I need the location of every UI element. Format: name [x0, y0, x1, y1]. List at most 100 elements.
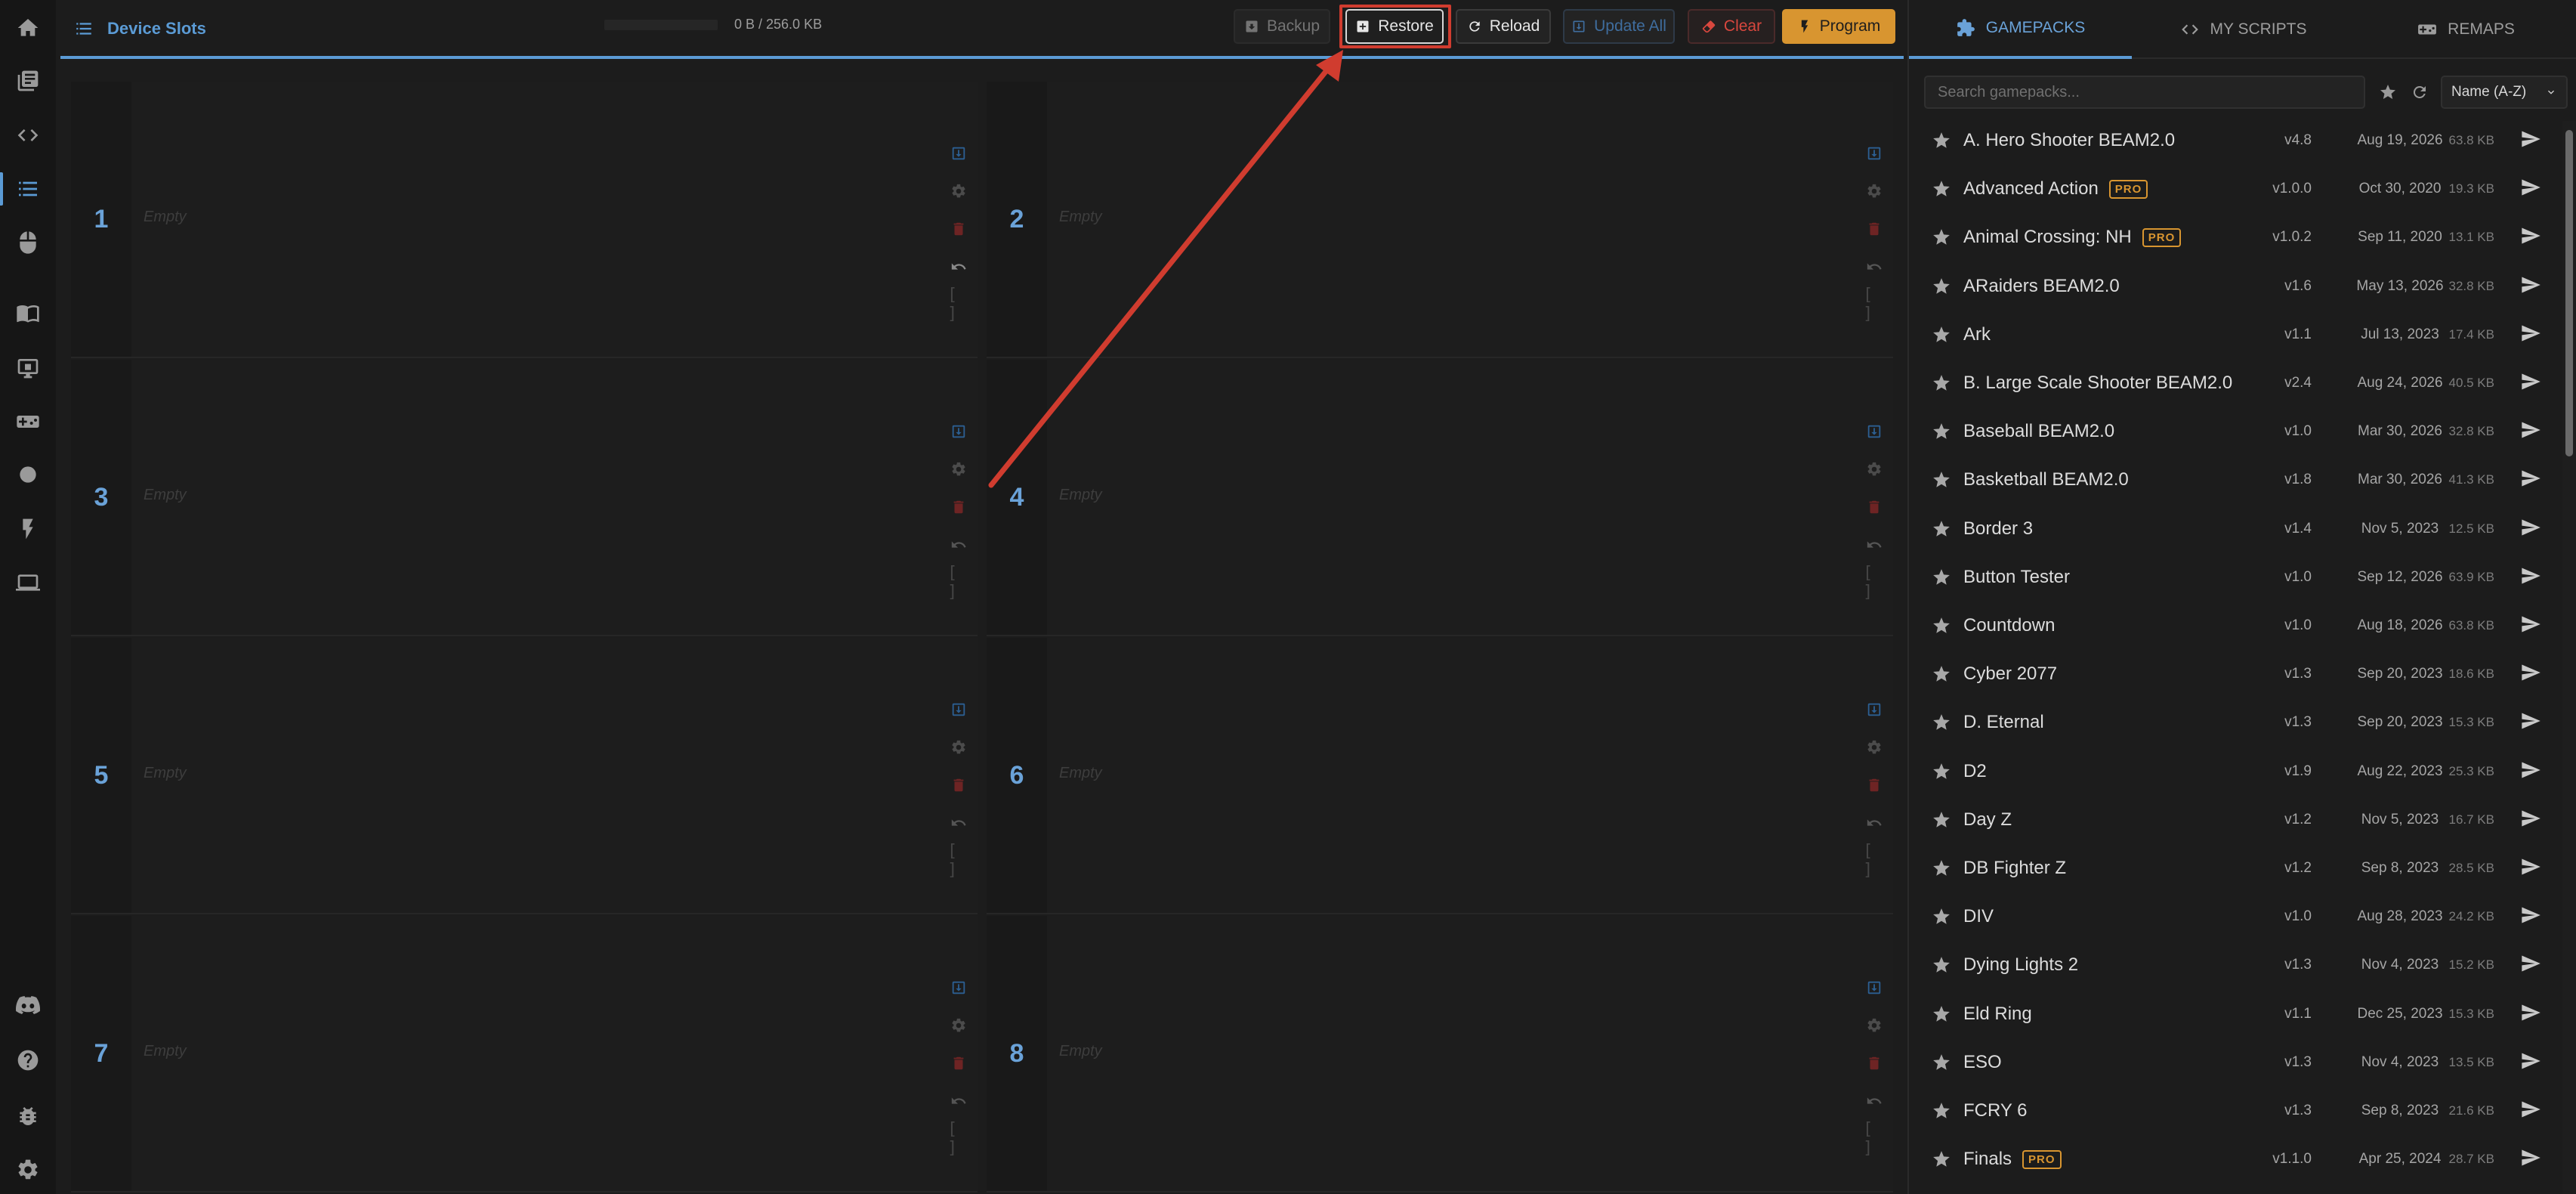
send-to-device-icon[interactable] — [2520, 759, 2544, 784]
favorite-star-icon[interactable] — [1932, 762, 1951, 781]
reload-button[interactable]: Reload — [1456, 9, 1551, 44]
slot-load-icon[interactable] — [1863, 135, 1886, 172]
favorite-star-icon[interactable] — [1932, 858, 1951, 878]
favorite-star-icon[interactable] — [1932, 227, 1951, 247]
device-slots-icon[interactable] — [0, 166, 56, 212]
send-to-device-icon[interactable] — [2520, 517, 2544, 541]
slot-undo-icon[interactable] — [947, 804, 970, 842]
slot-load-icon[interactable] — [947, 969, 970, 1007]
gamepack-row[interactable]: Baseball BEAM2.0 v1.0 Mar 30, 2026 32.8 KB — [1909, 407, 2562, 456]
slot-load-icon[interactable] — [1863, 691, 1886, 728]
library-icon[interactable] — [0, 58, 56, 104]
device-slot[interactable]: 4 Empty [ ] — [987, 360, 1893, 636]
refresh-button[interactable] — [2405, 77, 2435, 107]
send-to-device-icon[interactable] — [2520, 225, 2544, 249]
gamepad-icon[interactable] — [0, 399, 56, 444]
favorite-star-icon[interactable] — [1932, 1004, 1951, 1024]
slot-settings-icon[interactable] — [1863, 728, 1886, 766]
favorite-star-icon[interactable] — [1932, 1149, 1951, 1169]
slot-load-icon[interactable] — [1863, 969, 1886, 1007]
backup-button[interactable]: Backup — [1234, 9, 1330, 44]
book-icon[interactable] — [0, 290, 56, 336]
gamepack-row[interactable]: Finals PRO v1.1.0 Apr 25, 2024 28.7 KB — [1909, 1135, 2562, 1183]
tab-my-scripts[interactable]: MY SCRIPTS — [2132, 0, 2355, 59]
gamepack-row[interactable]: D2 v1.9 Aug 22, 2023 25.3 KB — [1909, 747, 2562, 796]
send-to-device-icon[interactable] — [2520, 128, 2544, 153]
slot-undo-icon[interactable] — [1863, 804, 1886, 842]
send-to-device-icon[interactable] — [2520, 662, 2544, 686]
slot-brackets-icon[interactable]: [ ] — [1863, 564, 1886, 602]
slot-load-icon[interactable] — [947, 691, 970, 728]
send-to-device-icon[interactable] — [2520, 856, 2544, 880]
gamepack-row[interactable]: DB Fighter Z v1.2 Sep 8, 2023 28.5 KB — [1909, 844, 2562, 892]
favorite-star-icon[interactable] — [1932, 907, 1951, 926]
favorite-star-icon[interactable] — [1932, 713, 1951, 732]
device-slot[interactable]: 6 Empty [ ] — [987, 638, 1893, 914]
favorite-star-icon[interactable] — [1932, 1053, 1951, 1072]
slot-delete-icon[interactable] — [947, 766, 970, 804]
gamepack-row[interactable]: ESO v1.3 Nov 4, 2023 13.5 KB — [1909, 1038, 2562, 1087]
favorite-star-icon[interactable] — [1932, 422, 1951, 441]
favorites-filter-button[interactable] — [2373, 77, 2403, 107]
device-slot[interactable]: 2 Empty [ ] — [987, 82, 1893, 358]
gamepack-row[interactable]: Eld Ring v1.1 Dec 25, 2023 15.3 KB — [1909, 990, 2562, 1038]
slot-settings-icon[interactable] — [1863, 1007, 1886, 1044]
gamepack-row[interactable]: A. Hero Shooter BEAM2.0 v4.8 Aug 19, 2026 6… — [1909, 121, 2562, 165]
gamepack-row[interactable]: Basketball BEAM2.0 v1.8 Mar 30, 2026 41.3 K… — [1909, 456, 2562, 504]
scrollbar-thumb[interactable] — [2565, 130, 2573, 456]
slot-brackets-icon[interactable]: [ ] — [1863, 286, 1886, 323]
clear-button[interactable]: Clear — [1688, 9, 1775, 44]
device-slot[interactable]: 3 Empty [ ] — [71, 360, 978, 636]
favorite-star-icon[interactable] — [1932, 955, 1951, 975]
send-to-device-icon[interactable] — [2520, 323, 2544, 347]
sort-select[interactable]: Name (A-Z) — [2441, 76, 2568, 109]
slot-settings-icon[interactable] — [947, 450, 970, 488]
favorite-star-icon[interactable] — [1932, 664, 1951, 684]
favorite-star-icon[interactable] — [1932, 616, 1951, 636]
send-to-device-icon[interactable] — [2520, 274, 2544, 298]
device-slot[interactable]: 5 Empty [ ] — [71, 638, 978, 914]
mouse-icon[interactable] — [0, 220, 56, 265]
help-icon[interactable] — [0, 1038, 56, 1083]
send-to-device-icon[interactable] — [2520, 808, 2544, 832]
send-to-device-icon[interactable] — [2520, 710, 2544, 735]
slot-brackets-icon[interactable]: [ ] — [947, 286, 970, 323]
send-to-device-icon[interactable] — [2520, 468, 2544, 492]
send-to-device-icon[interactable] — [2520, 1002, 2544, 1026]
gamepack-row[interactable]: FCRY 6 v1.3 Sep 8, 2023 21.6 KB — [1909, 1087, 2562, 1135]
search-input[interactable] — [1924, 76, 2365, 109]
slot-settings-icon[interactable] — [1863, 450, 1886, 488]
slot-brackets-icon[interactable]: [ ] — [1863, 842, 1886, 880]
slot-brackets-icon[interactable]: [ ] — [947, 1120, 970, 1158]
gamepack-row[interactable]: DIV v1.0 Aug 28, 2023 24.2 KB — [1909, 892, 2562, 941]
tab-gamepacks[interactable]: GAMEPACKS — [1909, 0, 2132, 59]
gamepack-row[interactable]: Cyber 2077 v1.3 Sep 20, 2023 18.6 KB — [1909, 650, 2562, 698]
gamepack-row[interactable]: Border 3 v1.4 Nov 5, 2023 12.5 KB — [1909, 505, 2562, 553]
gamepack-row[interactable]: Button Tester v1.0 Sep 12, 2026 63.9 KB — [1909, 553, 2562, 602]
send-to-device-icon[interactable] — [2520, 614, 2544, 638]
slot-delete-icon[interactable] — [1863, 766, 1886, 804]
slot-delete-icon[interactable] — [1863, 1044, 1886, 1082]
home-icon[interactable] — [0, 5, 56, 51]
screen-icon[interactable] — [0, 345, 56, 391]
slot-delete-icon[interactable] — [947, 1044, 970, 1082]
gamepack-row[interactable]: D. Eternal v1.3 Sep 20, 2023 15.3 KB — [1909, 698, 2562, 747]
program-button[interactable]: Program — [1782, 9, 1895, 44]
slot-settings-icon[interactable] — [1863, 172, 1886, 210]
bug-icon[interactable] — [0, 1093, 56, 1139]
favorite-star-icon[interactable] — [1932, 325, 1951, 345]
favorite-star-icon[interactable] — [1932, 810, 1951, 830]
send-to-device-icon[interactable] — [2520, 1099, 2544, 1123]
slot-brackets-icon[interactable]: [ ] — [947, 842, 970, 880]
slot-delete-icon[interactable] — [1863, 210, 1886, 248]
send-to-device-icon[interactable] — [2520, 565, 2544, 589]
slot-brackets-icon[interactable]: [ ] — [1863, 1120, 1886, 1158]
slot-undo-icon[interactable] — [947, 248, 970, 286]
code-icon[interactable] — [0, 113, 56, 158]
gamepack-row[interactable]: Ark v1.1 Jul 13, 2023 17.4 KB — [1909, 311, 2562, 359]
gamepack-row[interactable]: Animal Crossing: NH PRO v1.0.2 Sep 11, 2020… — [1909, 213, 2562, 261]
slot-brackets-icon[interactable]: [ ] — [947, 564, 970, 602]
favorite-star-icon[interactable] — [1932, 277, 1951, 296]
device-slot[interactable]: 7 Empty [ ] — [71, 916, 978, 1192]
record-icon[interactable] — [0, 452, 56, 497]
